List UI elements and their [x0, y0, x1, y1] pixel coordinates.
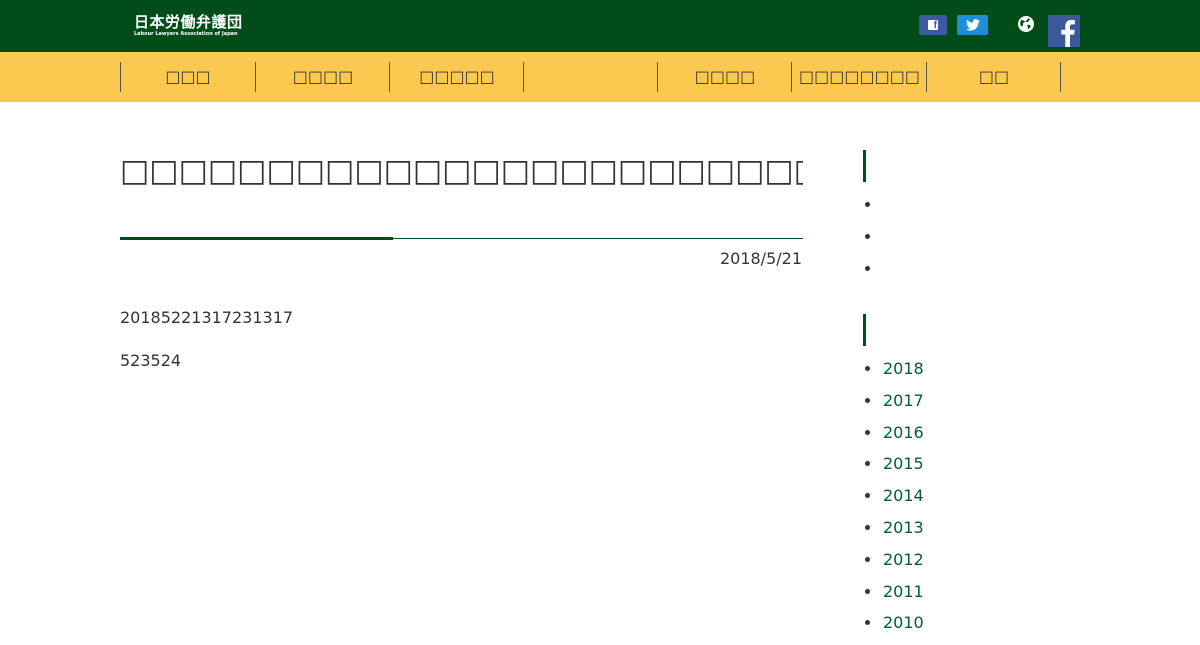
list-item: 2014 [863, 486, 924, 518]
archive-year-link[interactable]: 2014 [883, 486, 924, 505]
top-header: 日本労働弁護団 Labour Lawyers Association of Ja… [0, 0, 1200, 52]
sidebar-heading-recent [863, 150, 866, 182]
sidebar-recent-list [863, 195, 883, 290]
twitter-share-button[interactable] [957, 15, 988, 35]
list-item[interactable] [863, 259, 883, 291]
nav-item-1[interactable]: □□□ [120, 62, 255, 92]
list-item: 2015 [863, 454, 924, 486]
article-title: □□□□□□□□□□□□□□□□□□□□□□□□□□□□□□□□□□□□□□□ [120, 153, 803, 189]
facebook-square-icon: f [928, 20, 938, 31]
archive-year-link[interactable]: 2016 [883, 423, 924, 442]
nav-item-3[interactable]: □□□□□ [389, 62, 524, 92]
archive-year-link[interactable]: 2017 [883, 391, 924, 410]
language-button[interactable] [1017, 15, 1035, 33]
logo-subtitle: Labour Lawyers Association of Japan [134, 31, 238, 37]
logo-title: 日本労働弁護団 [134, 13, 243, 31]
sidebar-heading-archive [863, 314, 866, 346]
archive-year-link[interactable]: 2018 [883, 359, 924, 378]
facebook-page-link[interactable] [1048, 15, 1080, 47]
post-date: 2018/5/21 [719, 249, 802, 268]
list-item: 2016 [863, 423, 924, 455]
list-item: 2010 [863, 613, 924, 645]
article-paragraph-2: 523524 [120, 351, 182, 370]
archive-year-link[interactable]: 2015 [883, 454, 924, 473]
list-item: 2012 [863, 550, 924, 582]
list-item[interactable] [863, 227, 883, 259]
nav-divider [1060, 62, 1061, 92]
nav-item-4[interactable] [523, 62, 658, 92]
archive-year-link[interactable]: 2013 [883, 518, 924, 537]
archive-year-link[interactable]: 2012 [883, 550, 924, 569]
article-paragraph-1: 20185221317231317 [120, 308, 294, 327]
sidebar-archive-list: 2018 2017 2016 2015 2014 2013 2012 2011 … [863, 359, 924, 645]
list-item: 2017 [863, 391, 924, 423]
nav-item-2[interactable]: □□□□ [255, 62, 390, 92]
nav-item-5[interactable]: □□□□ [657, 62, 792, 92]
twitter-bird-icon [965, 19, 980, 31]
globe-icon [1018, 16, 1034, 32]
site-logo[interactable]: 日本労働弁護団 Labour Lawyers Association of Ja… [134, 14, 244, 40]
archive-year-link[interactable]: 2011 [883, 582, 924, 601]
main-nav: □□□ □□□□ □□□□□ □□□□ □□□□□□□□ □□ [0, 52, 1200, 102]
nav-item-6[interactable]: □□□□□□□□ [791, 62, 927, 92]
facebook-share-button[interactable]: f [919, 15, 947, 35]
title-underline-accent [120, 237, 393, 240]
list-item[interactable] [863, 195, 883, 227]
list-item: 2011 [863, 582, 924, 614]
facebook-logo-icon [1048, 15, 1080, 47]
list-item: 2018 [863, 359, 924, 391]
nav-item-7[interactable]: □□ [926, 62, 1061, 92]
list-item: 2013 [863, 518, 924, 550]
